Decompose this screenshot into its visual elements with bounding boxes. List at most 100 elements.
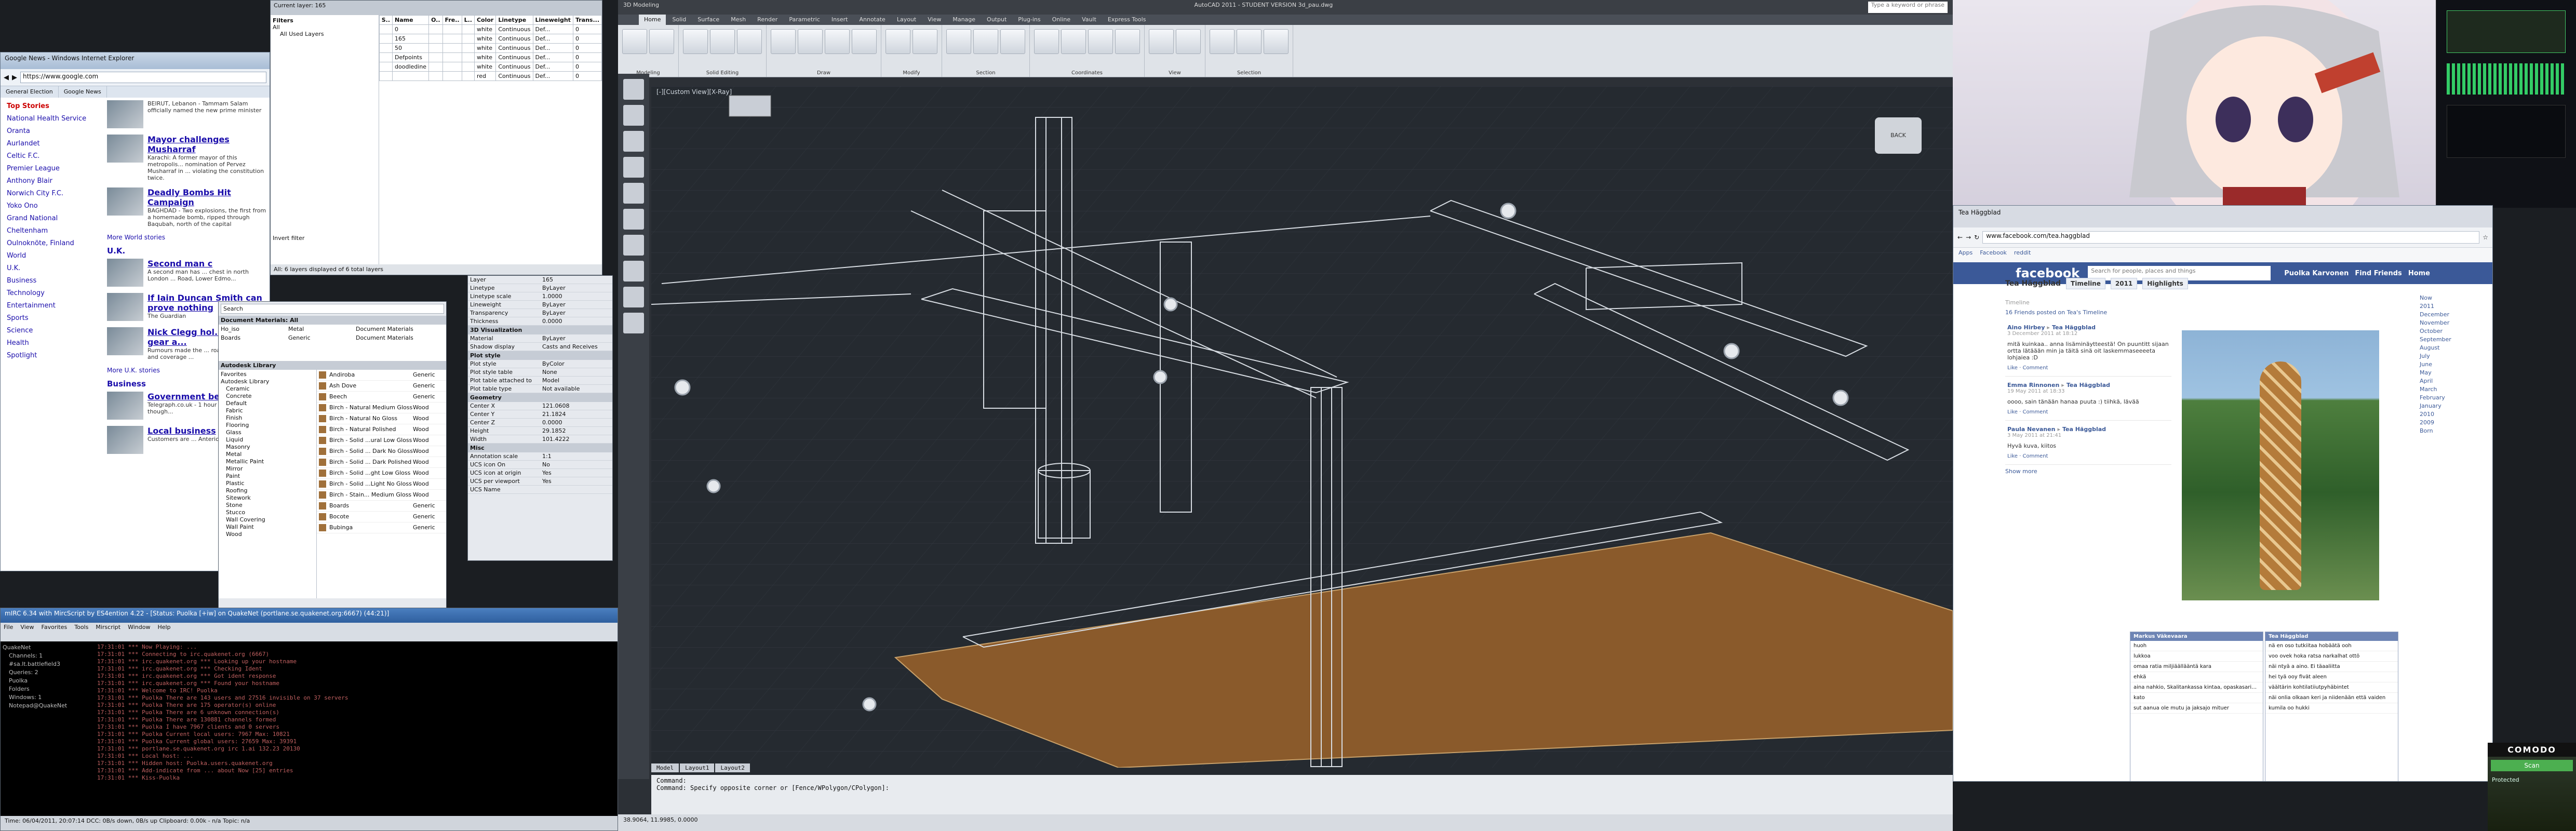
trim-tool-icon[interactable] <box>623 287 644 307</box>
year-button[interactable]: 2011 <box>2110 278 2138 289</box>
story-thumbnail[interactable] <box>107 293 143 321</box>
library-tree-item[interactable]: Mirror <box>221 465 314 473</box>
viewport-label[interactable]: [-][Custom View][X-Ray] <box>656 88 732 96</box>
timeline-year-link[interactable]: Now <box>2420 294 2482 302</box>
layer-cell[interactable] <box>442 52 462 62</box>
arc-tool-icon[interactable] <box>623 157 644 178</box>
property-row[interactable]: UCS icon On No <box>468 461 612 469</box>
layer-cell[interactable]: Continuous <box>495 52 533 62</box>
ribbon-panel-title[interactable]: Section <box>942 70 1029 76</box>
layer-cell[interactable]: 0 <box>572 62 602 72</box>
forward-icon[interactable]: → <box>1966 234 1971 241</box>
layer-cell[interactable]: Def... <box>532 24 573 34</box>
fb-nav-link[interactable]: Find Friends <box>2355 270 2401 277</box>
layer-cell[interactable] <box>379 34 393 44</box>
layer-cell[interactable]: white <box>474 34 497 44</box>
more-world-link[interactable]: More World stories <box>107 234 268 241</box>
layer-cell[interactable]: 0 <box>572 43 602 53</box>
library-tree-item[interactable]: Masonry <box>221 444 314 451</box>
ribbon-panel-title[interactable]: Solid Editing <box>679 70 766 76</box>
ribbon-tool-icon[interactable] <box>798 29 823 54</box>
library-material-row[interactable]: Andiroba Generic <box>317 370 446 381</box>
nav-item[interactable]: Celtic F.C. <box>7 150 111 163</box>
library-material-row[interactable]: Beech Generic <box>317 392 446 403</box>
nav-item[interactable]: Spotlight <box>7 350 111 362</box>
post-target[interactable]: Tea Häggblad <box>2062 426 2106 433</box>
library-tree-item[interactable]: Flooring <box>221 422 314 429</box>
library-material-row[interactable]: Birch - Solid ... Dark No Gloss Wood <box>317 446 446 457</box>
property-row[interactable]: Height 29.1852 <box>468 427 612 435</box>
nav-item[interactable]: Oulnoknöte, Finland <box>7 237 111 250</box>
ribbon-tab[interactable]: Manage <box>947 15 981 25</box>
layer-cell[interactable]: Def... <box>532 43 573 53</box>
layer-cell[interactable]: 50 <box>392 43 430 53</box>
story-thumbnail[interactable] <box>107 259 143 287</box>
ribbon-tool-icon[interactable] <box>649 29 674 54</box>
tab-general-election[interactable]: General Election <box>1 86 59 98</box>
bookmark-item[interactable]: Facebook <box>1980 249 2007 256</box>
layer-cell[interactable]: red <box>474 71 497 81</box>
ribbon-tab[interactable]: Layout <box>892 15 921 25</box>
layer-cell[interactable] <box>379 62 393 72</box>
layer-cell[interactable]: white <box>474 52 497 62</box>
erase-tool-icon[interactable] <box>623 313 644 333</box>
layer-column-header[interactable]: Name <box>392 15 430 25</box>
layer-cell[interactable] <box>428 34 443 44</box>
library-tree-item[interactable]: Plastic <box>221 480 314 487</box>
layer-cell[interactable]: 0 <box>572 71 602 81</box>
ribbon-tab[interactable]: Parametric <box>784 15 825 25</box>
library-tree-item[interactable]: Wall Covering <box>221 516 314 524</box>
property-row[interactable]: Thickness 0.0000 <box>468 317 612 326</box>
story-thumbnail[interactable] <box>107 426 143 454</box>
story-thumbnail[interactable] <box>107 187 143 216</box>
back-icon[interactable]: ◀ <box>4 74 9 82</box>
ribbon-tool-icon[interactable] <box>771 29 796 54</box>
layer-cell[interactable] <box>428 71 443 81</box>
timeline-year-link[interactable]: August <box>2420 344 2482 352</box>
post-author[interactable]: Paula Nevanen <box>2007 426 2055 433</box>
layer-cell[interactable]: white <box>474 62 497 72</box>
library-tree-item[interactable]: Favorites <box>221 371 314 378</box>
treebar-item[interactable]: Queries: 2 <box>3 668 96 677</box>
timeline-year-link[interactable]: September <box>2420 336 2482 344</box>
layer-cell[interactable] <box>461 52 475 62</box>
timeline-year-link[interactable]: April <box>2420 377 2482 385</box>
ribbon-tab[interactable]: Plug-ins <box>1013 15 1045 25</box>
nav-item[interactable]: Sports <box>7 312 111 325</box>
nav-item[interactable]: Entertainment <box>7 300 111 312</box>
property-row[interactable]: Center Z 0.0000 <box>468 419 612 427</box>
layer-cell[interactable] <box>428 62 443 72</box>
ribbon-tool-icon[interactable] <box>1061 29 1086 54</box>
layer-row[interactable]: 0 white Continuous Def... 0 <box>379 24 602 34</box>
property-row[interactable]: Linetype ByLayer <box>468 284 612 292</box>
layer-cell[interactable]: 0 <box>572 34 602 44</box>
layer-cell[interactable] <box>442 71 462 81</box>
library-material-row[interactable]: Boards Generic <box>317 501 446 512</box>
layer-row[interactable]: Defpoints white Continuous Def... 0 <box>379 52 602 62</box>
post-actions[interactable]: Like · Comment <box>2007 365 2169 371</box>
library-material-row[interactable]: Birch - Solid ...ght Low Gloss Wood <box>317 468 446 479</box>
property-group-header[interactable]: Plot style <box>468 351 612 360</box>
post-target[interactable]: Tea Häggblad <box>2052 324 2096 331</box>
treebar-item[interactable]: Channels: 1 <box>3 652 96 660</box>
fb-url-field[interactable]: www.facebook.com/tea.haggblad <box>1982 231 2480 244</box>
layer-cell[interactable] <box>442 43 462 53</box>
nav-item[interactable]: World <box>7 250 111 262</box>
nav-item[interactable]: Yoko Ono <box>7 200 111 212</box>
library-tree-item[interactable]: Liquid <box>221 436 314 444</box>
treebar-item[interactable]: QuakeNet <box>3 644 96 652</box>
layer-cell[interactable]: Def... <box>532 34 573 44</box>
nav-item[interactable]: Cheltenham <box>7 225 111 237</box>
property-group-header[interactable]: 3D Visualization <box>468 326 612 334</box>
library-tree-item[interactable]: Autodesk Library <box>221 378 314 385</box>
treebar-item[interactable]: Windows: 1 <box>3 693 96 702</box>
layer-column-header[interactable]: Lineweight <box>532 15 573 25</box>
layout-tab[interactable]: Layout2 <box>715 763 750 772</box>
timeline-year-link[interactable]: July <box>2420 352 2482 360</box>
treebar-item[interactable]: Puolka <box>3 677 96 685</box>
posts-heading[interactable]: 16 Friends posted on Tea's Timeline <box>2005 309 2171 316</box>
library-tree-item[interactable]: Stone <box>221 502 314 509</box>
treebar-item[interactable]: Folders <box>3 685 96 693</box>
line-tool-icon[interactable] <box>623 79 644 100</box>
library-tree-item[interactable]: Paint <box>221 473 314 480</box>
